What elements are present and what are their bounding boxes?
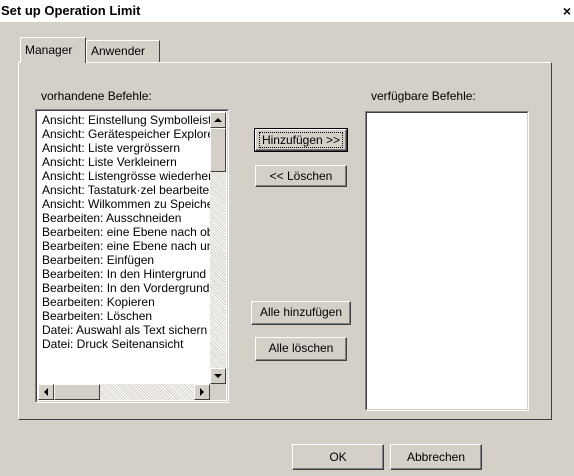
add-all-button-label: Alle hinzufügen [259, 305, 343, 319]
list-item[interactable]: Bearbeiten: Ausschneiden [42, 211, 181, 225]
vertical-scrollbar[interactable] [210, 112, 226, 384]
horizontal-scrollbar[interactable] [38, 384, 210, 400]
list-item[interactable]: Ansicht: Liste vergrössern [42, 141, 180, 155]
add-button[interactable]: Hinzufügen >> [254, 128, 348, 152]
available-commands-list[interactable] [365, 111, 529, 411]
close-button[interactable]: × [560, 3, 574, 19]
list-item[interactable]: Bearbeiten: eine Ebene nach unten [42, 239, 210, 253]
window-title: Set up Operation Limit [1, 3, 141, 18]
list-item[interactable]: Datei: Auswahl als Text sichern [42, 323, 207, 337]
scroll-up-button[interactable] [210, 112, 226, 128]
tab-manager-label: Manager [25, 43, 73, 57]
ok-button[interactable]: OK [292, 444, 384, 470]
tab-manager[interactable]: Manager [20, 37, 86, 63]
tab-anwender-label: Anwender [91, 44, 146, 58]
list-item[interactable]: Ansicht: Einstellung Symbolleiste [42, 113, 210, 127]
list-item[interactable]: Bearbeiten: Einfügen [42, 253, 154, 267]
remove-all-button-label: Alle löschen [268, 341, 334, 355]
left-arrow-icon [44, 388, 48, 396]
remove-button-label: << Löschen [269, 169, 333, 183]
list-item[interactable]: Bearbeiten: Löschen [42, 309, 152, 323]
list-item[interactable]: Bearbeiten: Kopieren [42, 295, 155, 309]
list-item[interactable]: Ansicht: Tastaturk·zel bearbeiten [42, 183, 210, 197]
down-arrow-icon [214, 374, 222, 378]
available-commands-label: verfügbare Befehle: [371, 89, 476, 103]
tab-anwender[interactable]: Anwender [86, 40, 160, 62]
add-all-button[interactable]: Alle hinzufügen [251, 301, 351, 325]
remove-button[interactable]: << Löschen [255, 165, 347, 187]
list-item[interactable]: Datei: Druck Seitenansicht [42, 337, 183, 351]
add-button-label: Hinzufügen >> [258, 132, 344, 148]
list-item[interactable]: Bearbeiten: eine Ebene nach oben [42, 225, 210, 239]
list-item[interactable]: Ansicht: Gerätespeicher Explorer [42, 127, 210, 141]
cancel-button-label: Abbrechen [406, 450, 466, 464]
list-item[interactable]: Ansicht: Listengrösse wiederherstellen [42, 169, 210, 183]
scroll-left-button[interactable] [38, 384, 54, 400]
title-bar: Set up Operation Limit × [0, 0, 574, 22]
existing-commands-list[interactable]: Ansicht: Einstellung Symbolleiste Ansich… [35, 109, 229, 403]
list-item[interactable]: Bearbeiten: In den Hintergrund [42, 267, 206, 281]
scrollbar-corner [210, 384, 226, 400]
ok-button-label: OK [329, 450, 347, 464]
list-item[interactable]: Ansicht: Wilkommen zu Speicher [42, 197, 210, 211]
vertical-scroll-thumb[interactable] [210, 128, 226, 172]
tab-panel: vorhandene Befehle: Ansicht: Einstellung… [18, 62, 552, 420]
remove-all-button[interactable]: Alle löschen [255, 337, 347, 361]
horizontal-scroll-thumb[interactable] [54, 384, 100, 400]
list-viewport: Ansicht: Einstellung Symbolleiste Ansich… [38, 112, 210, 384]
existing-commands-label: vorhandene Befehle: [41, 89, 152, 103]
list-item[interactable]: Bearbeiten: In den Vordergrund [42, 281, 209, 295]
scroll-right-button[interactable] [194, 384, 210, 400]
cancel-button[interactable]: Abbrechen [390, 444, 482, 470]
list-item[interactable]: Ansicht: Liste Verkleinern [42, 155, 177, 169]
scroll-down-button[interactable] [210, 368, 226, 384]
right-arrow-icon [200, 388, 204, 396]
up-arrow-icon [214, 118, 222, 122]
